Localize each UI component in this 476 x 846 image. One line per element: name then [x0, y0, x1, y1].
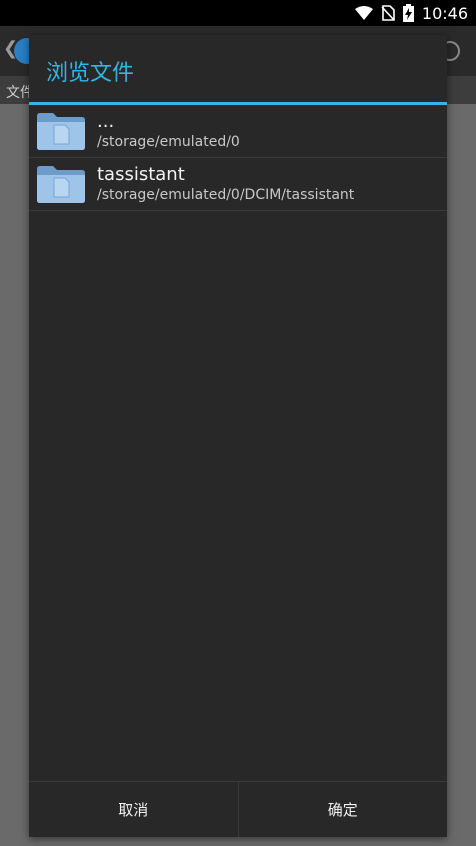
- status-time: 10:46: [421, 3, 468, 23]
- dialog-button-bar: 取消 确定: [29, 781, 447, 837]
- file-name: ...: [97, 111, 115, 132]
- confirm-button[interactable]: 确定: [237, 782, 448, 837]
- list-item-parent-dir[interactable]: ... /storage/emulated/0: [29, 105, 447, 158]
- list-item-tassistant[interactable]: tassistant /storage/emulated/0/DCIM/tass…: [29, 158, 447, 211]
- folder-icon: [37, 113, 85, 150]
- battery-charging-icon: [402, 4, 414, 22]
- file-list: ... /storage/emulated/0 tassistant /stor…: [29, 105, 447, 781]
- file-path: /storage/emulated/0/DCIM/tassistant: [97, 187, 355, 203]
- file-name: tassistant: [97, 164, 185, 185]
- browse-files-dialog: 浏览文件 ... /storage/emulated/0 tassistant …: [29, 35, 447, 837]
- file-path: /storage/emulated/0: [97, 134, 240, 150]
- cancel-button[interactable]: 取消: [29, 782, 238, 837]
- wifi-icon: [354, 6, 373, 20]
- folder-icon: [37, 166, 85, 203]
- dialog-title: 浏览文件: [46, 61, 135, 86]
- no-sim-icon: [381, 5, 395, 21]
- status-bar: 10:46: [0, 0, 476, 26]
